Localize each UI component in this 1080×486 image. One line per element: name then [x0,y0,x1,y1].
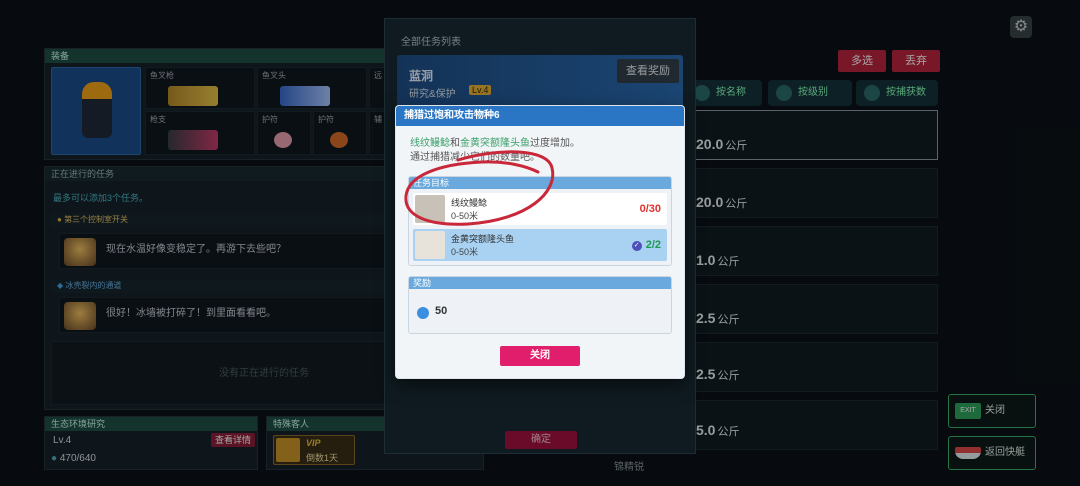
guest-countdown: 倒数1天 [306,453,339,463]
sort-icon [776,85,792,101]
diver-figure [82,82,112,138]
fish-weight: 2.5 公斤 [696,366,740,382]
eco-progress: ● 470/640 [51,453,96,464]
slot-harpoon-head[interactable]: 鱼叉头 [257,67,367,109]
eco-icon: ● [51,453,60,464]
quest-card-level: Lv.4 [469,85,492,95]
close-button[interactable]: 关闭 [500,346,580,366]
guest-avatar [276,438,300,462]
confirm-button[interactable]: 确定 [505,431,577,449]
harpoon-gun-icon [168,86,218,106]
gear-icon[interactable]: ⚙ [1010,16,1032,38]
slot-charm-2[interactable]: 护符 [313,111,367,155]
vip-label: VIP [306,438,321,448]
charm-icon [330,132,348,148]
charm-icon [274,132,292,148]
fish-weight: 2.5 公斤 [696,310,740,326]
fish-weight: 5.0 公斤 [696,422,740,438]
guest-card[interactable]: VIP 倒数1天 [273,435,355,465]
diver-portrait[interactable] [51,67,141,155]
sort-by-name[interactable]: 按名称 [686,80,762,106]
view-reward-button[interactable]: 查看奖励 [617,59,679,83]
target-count: ✓ 2/2 [631,239,661,251]
reward-icon [417,307,429,319]
eco-research-title: 生态环境研究 [45,417,257,431]
multi-select-button[interactable]: 多选 [838,50,886,72]
fish-weight: 20.0 公斤 [696,136,748,152]
exit-button[interactable]: EXIT 关闭 [948,394,1036,428]
slot-charm-1[interactable]: 护符 [257,111,311,155]
dialog-title: 捕猎过饱和攻击物种6 [396,106,684,126]
slot-harpoon-gun[interactable]: 鱼叉枪 [145,67,255,109]
target-count: 0/30 [639,203,661,215]
sort-by-level[interactable]: 按级别 [768,80,852,106]
annotation-circle [404,150,555,226]
sort-by-catch[interactable]: 按捕获数 [856,80,938,106]
bottom-hint: 锦精锐 [614,462,644,473]
reward-value: 50 [435,305,448,317]
fish-weight: 20.0 公斤 [696,194,748,210]
quest-card-sub: 研究&保护 [409,89,456,100]
reward-box: 奖励 50 [408,276,672,334]
quest-hint: 最多可以添加3个任务。 [53,193,149,203]
reward-title: 奖励 [409,277,671,289]
gun-icon [168,130,218,150]
discard-button[interactable]: 丢弃 [892,50,940,72]
view-details-button[interactable]: 查看详情 [211,433,255,447]
exit-icon: EXIT [955,403,981,419]
npc-avatar [64,302,96,330]
quest-list-title: 全部任务列表 [401,37,461,48]
eco-research-panel: 生态环境研究 Lv.4 查看详情 ● 470/640 [44,416,258,470]
quest-card-name: 蓝洞 [409,69,434,83]
check-icon: ✓ [631,241,642,251]
sort-icon [694,85,710,101]
sort-icon [864,85,880,101]
eco-level: Lv.4 [53,435,72,446]
boat-icon [955,447,981,459]
harpoon-head-icon [280,86,330,106]
quest-tag-icon: ● [57,215,65,224]
fish-weight: 1.0 公斤 [696,252,740,268]
npc-avatar [64,238,96,266]
slot-gun[interactable]: 枪支 [145,111,255,155]
return-boat-button[interactable]: 返回快艇 [948,436,1036,470]
